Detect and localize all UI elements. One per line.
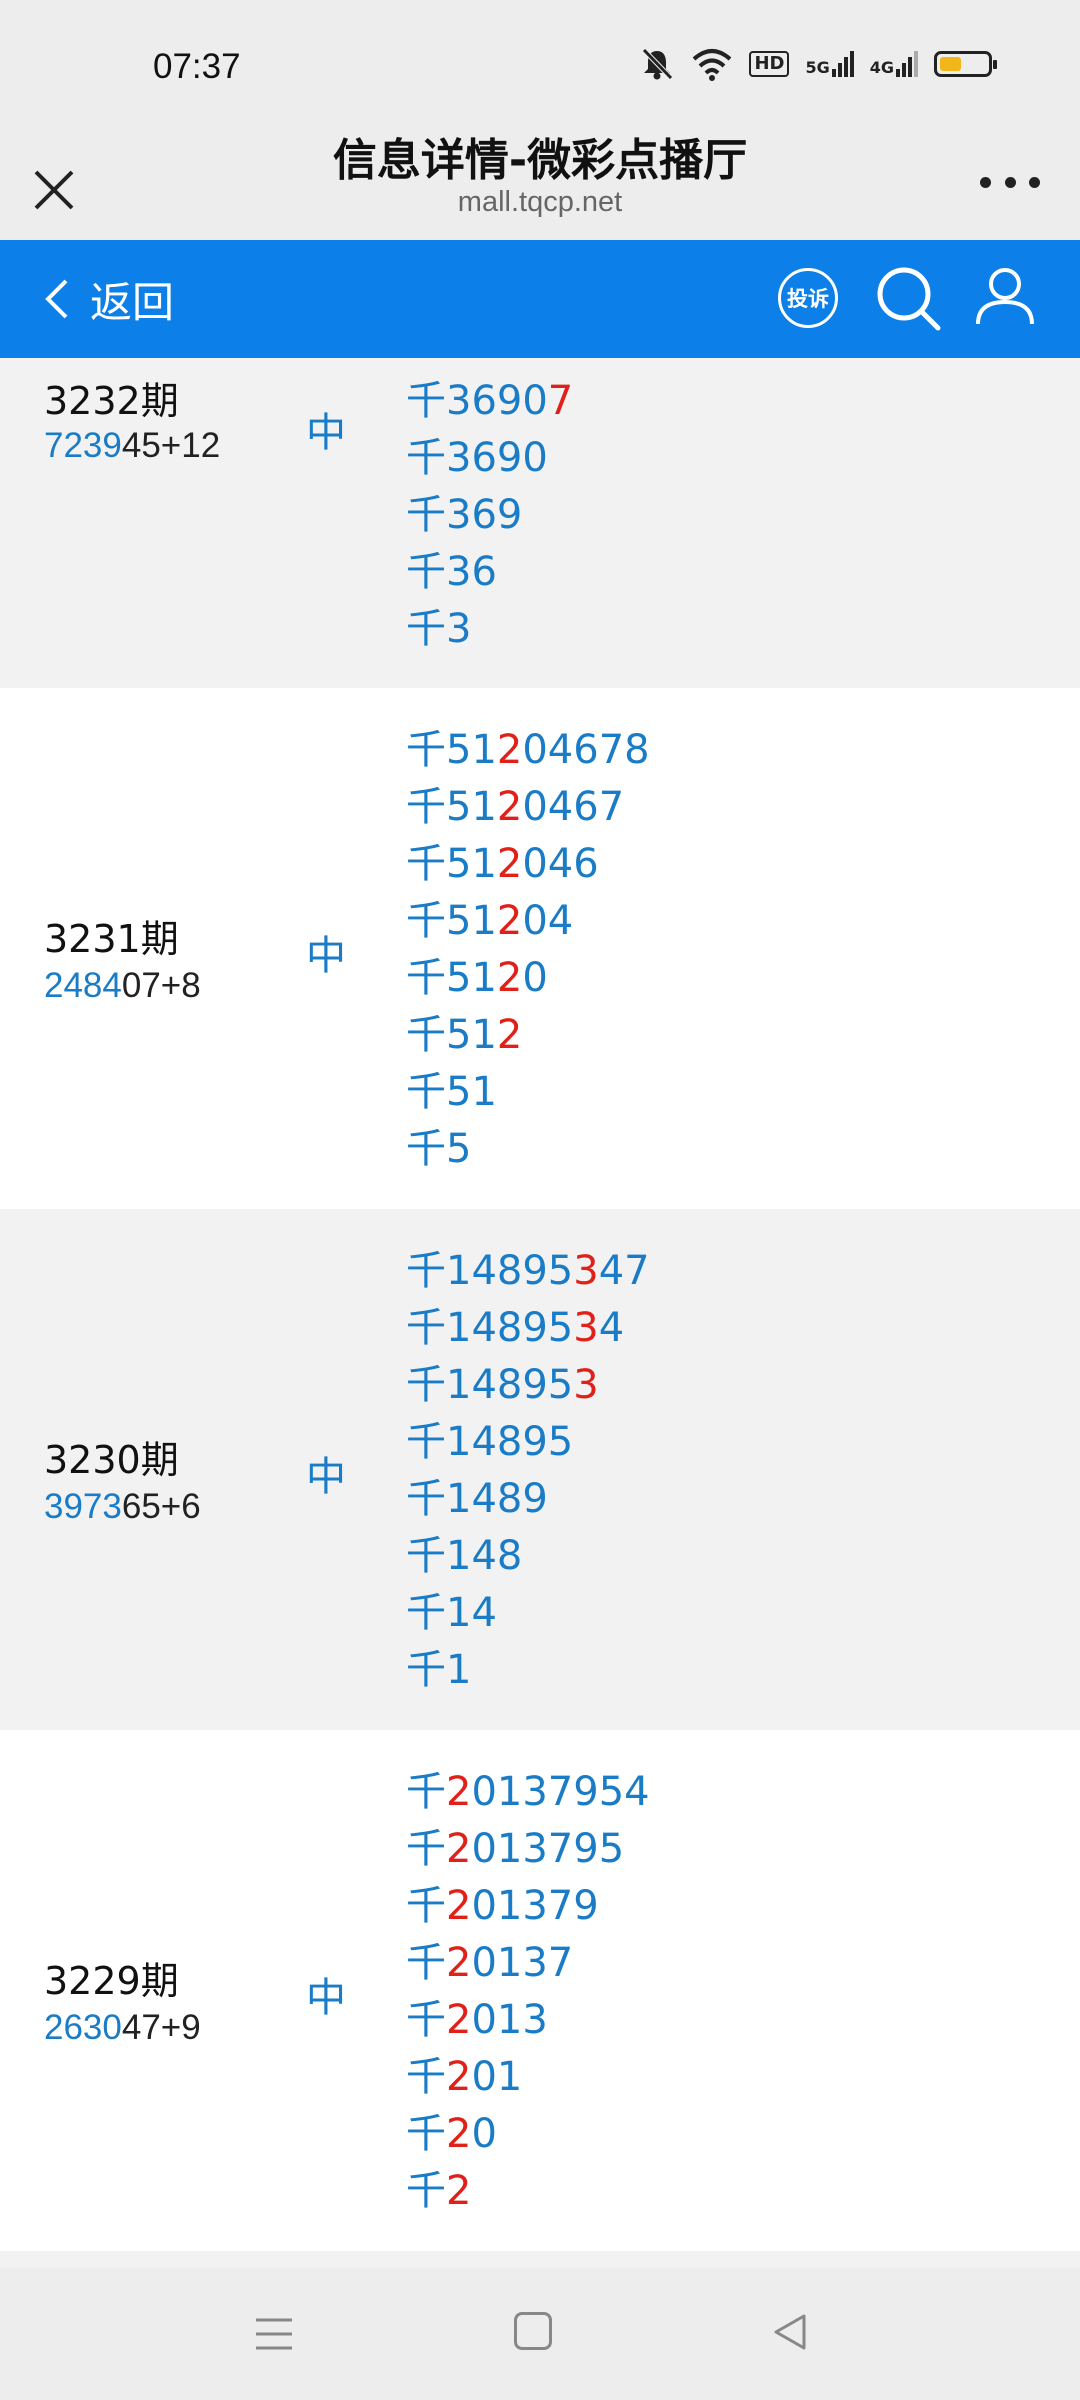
status-time: 07:37 <box>153 47 241 86</box>
user-icon[interactable] <box>970 262 1040 332</box>
prediction-line: 千2013795 <box>406 1826 625 1872</box>
prediction-line: 千1 <box>406 1647 472 1693</box>
result-status: 中 <box>306 410 346 456</box>
record-row: 3229期 263047+9 中 千20137954 千2013795 千201… <box>0 1730 1080 2251</box>
prediction-line: 千14 <box>406 1590 497 1636</box>
back-label: 返回 <box>90 277 175 327</box>
draw-number: 397365+6 <box>44 1487 201 1526</box>
prediction-line: 千201 <box>406 2054 523 2100</box>
page-title: 信息详情-微彩点播厅 <box>332 135 748 186</box>
prediction-line: 千36907 <box>406 378 574 424</box>
status-icons: HD 5G 4G <box>639 44 997 84</box>
records-list[interactable]: 3232期 723945+12 中 千36907 千3690 千369 千36 … <box>0 358 1080 2268</box>
nav-bar: 返回 投诉 <box>0 240 1080 358</box>
prediction-line: 千5 <box>406 1126 472 1172</box>
draw-number: 248407+8 <box>44 966 201 1005</box>
search-icon[interactable] <box>874 264 944 334</box>
bell-muted-icon <box>642 48 674 80</box>
back-button[interactable]: 返回 <box>44 264 174 334</box>
period-label: 3230期 <box>44 1438 179 1482</box>
prediction-line: 千20 <box>406 2111 497 2157</box>
result-status: 中 <box>306 1975 346 2021</box>
record-row: 3231期 248407+8 中 千51204678 千5120467 千512… <box>0 688 1080 1209</box>
signal-4g-icon: 4G <box>870 51 918 77</box>
result-status: 中 <box>306 933 346 979</box>
period-label: 3231期 <box>44 917 179 961</box>
draw-number: 263047+9 <box>44 2008 201 2047</box>
back-triangle-icon[interactable] <box>770 2312 810 2352</box>
period-label: 3232期 <box>44 379 179 423</box>
wifi-icon <box>693 49 732 81</box>
battery-level <box>940 57 961 71</box>
prediction-line: 千20137 <box>406 1940 574 1986</box>
more-icon[interactable] <box>980 172 1040 192</box>
chevron-left-icon <box>45 279 68 319</box>
prediction-line: 千14895347 <box>406 1248 650 1294</box>
prediction-line: 千1489534 <box>406 1305 625 1351</box>
title-bar: 信息详情-微彩点播厅 mall.tqcp.net <box>0 135 1080 240</box>
prediction-line: 千201379 <box>406 1883 599 1929</box>
signal-5g-icon: 5G <box>805 51 854 77</box>
prediction-line: 千3690 <box>406 435 548 481</box>
prediction-line: 千3 <box>406 606 472 652</box>
prediction-line: 千51204678 <box>406 727 650 773</box>
prediction-line: 千1489 <box>406 1476 548 1522</box>
system-nav-bar <box>0 2268 1080 2400</box>
prediction-line: 千512046 <box>406 841 599 887</box>
prediction-line: 千20137954 <box>406 1769 650 1815</box>
prediction-list: 千20137954 千2013795 千201379 千20137 千2013 … <box>406 1764 650 2220</box>
status-bar: 07:37 HD 5G 4G <box>0 0 1080 140</box>
prediction-line: 千148953 <box>406 1362 599 1408</box>
menu-icon[interactable] <box>254 2314 294 2354</box>
prediction-line: 千5120467 <box>406 784 625 830</box>
hd-icon: HD <box>749 51 790 77</box>
complaint-button[interactable]: 投诉 <box>778 268 838 328</box>
prediction-list: 千36907 千3690 千369 千36 千3 <box>406 358 573 658</box>
prediction-line: 千51 <box>406 1069 497 1115</box>
page-url: mall.tqcp.net <box>457 186 623 218</box>
complaint-label: 投诉 <box>787 287 829 311</box>
prediction-list: 千14895347 千1489534 千148953 千14895 千1489 … <box>406 1243 650 1699</box>
prediction-line <box>406 358 573 373</box>
prediction-line: 千51204 <box>406 898 574 944</box>
result-status: 中 <box>306 1454 346 1500</box>
draw-number: 723945+12 <box>44 426 221 465</box>
prediction-line: 千148 <box>406 1533 523 1579</box>
home-square-icon[interactable] <box>514 2312 552 2350</box>
prediction-list: 千51204678 千5120467 千512046 千51204 千5120 … <box>406 722 650 1178</box>
prediction-line: 千2 <box>406 2168 472 2214</box>
prediction-line: 千512 <box>406 1012 523 1058</box>
period-label: 3229期 <box>44 1959 179 2003</box>
prediction-line: 千14895 <box>406 1419 574 1465</box>
prediction-line: 千5120 <box>406 955 548 1001</box>
prediction-line: 千36 <box>406 549 497 595</box>
battery-icon <box>934 51 997 77</box>
record-row: 3230期 397365+6 中 千14895347 千1489534 千148… <box>0 1209 1080 1730</box>
prediction-line: 千369 <box>406 492 523 538</box>
record-row <box>0 2251 1080 2268</box>
record-row: 3232期 723945+12 中 千36907 千3690 千369 千36 … <box>0 358 1080 688</box>
prediction-line: 千2013 <box>406 1997 548 2043</box>
